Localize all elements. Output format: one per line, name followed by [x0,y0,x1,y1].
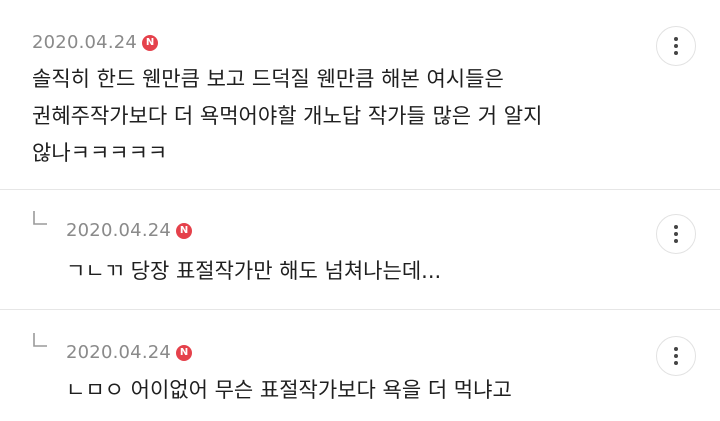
comment-date: 2020.04.24 [66,342,172,363]
more-vertical-icon [674,225,678,229]
comment-text: ㄴㅁㅇ 어이없어 무슨 표절작가보다 욕을 더 먹냐고 [66,372,512,409]
comment-date: 2020.04.24 [32,32,138,53]
more-vertical-icon [674,347,678,351]
more-vertical-icon [674,37,678,41]
comment-text: 솔직히 한드 웬만큼 보고 드덕질 웬만큼 해본 여시들은 권혜주작가보다 더 … [32,61,542,172]
comment-line: 않나ㅋㅋㅋㅋㅋ [32,141,168,165]
reply-arrow-icon [33,333,47,347]
new-badge: N [176,345,192,361]
comment-line: 권혜주작가보다 더 욕먹어야할 개노답 작가들 많은 거 알지 [32,104,543,128]
reply-item: 2020.04.24 N ㄴㅁㅇ 어이없어 무슨 표절작가보다 욕을 더 먹냐고 [0,310,720,421]
comment-line: ㄴㅁㅇ 어이없어 무슨 표절작가보다 욕을 더 먹냐고 [66,378,512,402]
new-badge: N [176,223,192,239]
comment-date: 2020.04.24 [66,220,172,241]
new-badge: N [142,35,158,51]
reply-item: 2020.04.24 N ㄱㄴㄲ 당장 표절작가만 해도 넘쳐나는데... [0,190,720,309]
comment-line: 솔직히 한드 웬만큼 보고 드덕질 웬만큼 해본 여시들은 [32,67,504,91]
comment-text: ㄱㄴㄲ 당장 표절작가만 해도 넘쳐나는데... [66,253,441,290]
more-options-button[interactable] [656,336,696,376]
more-options-button[interactable] [656,214,696,254]
more-options-button[interactable] [656,26,696,66]
comment-item: 2020.04.24 N 솔직히 한드 웬만큼 보고 드덕질 웬만큼 해본 여시… [0,0,720,189]
comment-line: ㄱㄴㄲ 당장 표절작가만 해도 넘쳐나는데... [66,259,442,283]
reply-arrow-icon [33,211,47,225]
